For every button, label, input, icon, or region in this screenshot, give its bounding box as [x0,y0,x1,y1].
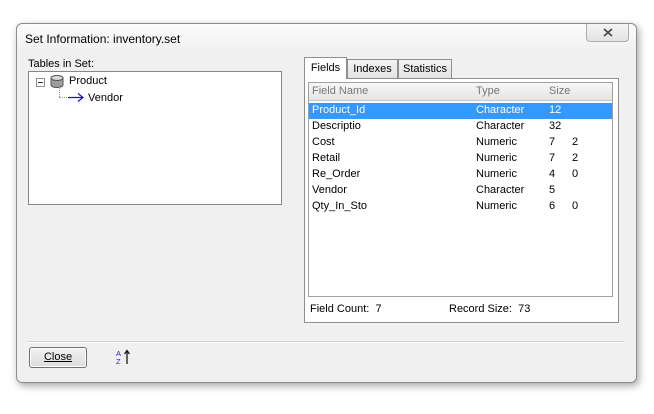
window-title: Set Information: inventory.set [25,32,181,46]
title-bar[interactable]: Set Information: inventory.set [17,24,636,52]
field-type-cell: Character [476,104,525,116]
close-icon [602,28,613,37]
field-name-cell: Retail [312,152,341,164]
field-type-cell: Numeric [476,168,517,180]
field-decimals-cell: 2 [572,152,579,164]
table-row[interactable]: Product_Id Character 12 [309,103,612,119]
close-button-label: Close [43,351,73,363]
divider [28,341,624,343]
table-row[interactable]: Retail Numeric 7 2 [309,151,612,167]
field-name-cell: Vendor [312,184,347,196]
field-name-cell: Qty_In_Sto [312,200,368,212]
field-decimals-cell: 0 [572,200,579,212]
fields-list[interactable]: Field Name Type Size Product_Id Characte… [308,82,613,297]
field-size-cell: 32 [549,120,562,132]
column-header-type[interactable]: Type [476,85,500,97]
table-row[interactable]: Cost Numeric 7 2 [309,135,612,151]
field-size-cell: 7 [549,136,556,148]
field-size-cell: 5 [549,184,556,196]
field-count-label: Field Count: [310,303,370,315]
column-header-size[interactable]: Size [549,85,570,97]
field-decimals-cell: 0 [572,168,579,180]
field-size-cell: 12 [549,104,562,116]
set-information-dialog: Set Information: inventory.set Tables in… [16,23,637,383]
field-type-cell: Numeric [476,136,517,148]
table-row[interactable]: Descriptio Character 32 [309,119,612,135]
field-name-cell: Re_Order [312,168,361,180]
link-arrow-icon [68,93,84,102]
tree-item-vendor[interactable]: Vendor [88,92,123,104]
list-header: Field Name Type Size [309,83,612,101]
field-size-cell: 4 [549,168,556,180]
record-size: Record Size: 73 [449,303,530,315]
table-row[interactable]: Re_Order Numeric 4 0 [309,167,612,183]
table-row[interactable]: Vendor Character 5 [309,183,612,199]
fields-tab-panel: Field Name Type Size Product_Id Characte… [304,78,619,323]
field-count: Field Count: 7 [310,303,382,315]
tables-tree[interactable]: Product Vendor [28,71,282,205]
table-row[interactable]: Qty_In_Sto Numeric 6 0 [309,199,612,215]
record-size-label: Record Size: [449,303,512,315]
field-name-cell: Product_Id [312,104,366,116]
field-count-value: 7 [375,303,382,315]
tab-statistics[interactable]: Statistics [398,59,452,78]
window-close-button[interactable] [586,24,629,42]
tables-in-set-label: Tables in Set: [28,58,95,70]
field-name-cell: Descriptio [312,120,361,132]
record-size-value: 73 [518,303,531,315]
tree-connector [59,87,60,97]
svg-text:Z: Z [116,357,121,366]
field-decimals-cell: 2 [572,136,579,148]
database-table-icon [50,75,64,88]
close-button[interactable]: Close [29,347,87,368]
field-type-cell: Numeric [476,200,517,212]
field-type-cell: Numeric [476,152,517,164]
field-size-cell: 7 [549,152,556,164]
tab-indexes[interactable]: Indexes [347,59,398,78]
tab-fields[interactable]: Fields [304,57,347,79]
field-type-cell: Character [476,184,525,196]
field-type-cell: Character [476,120,525,132]
field-name-cell: Cost [312,136,335,148]
sort-ascending-button[interactable]: A Z [115,348,133,369]
field-size-cell: 6 [549,200,556,212]
column-header-field-name[interactable]: Field Name [312,85,368,97]
sort-az-icon: A Z [116,349,131,366]
collapse-icon[interactable] [36,78,45,87]
tree-item-product[interactable]: Product [69,75,107,87]
